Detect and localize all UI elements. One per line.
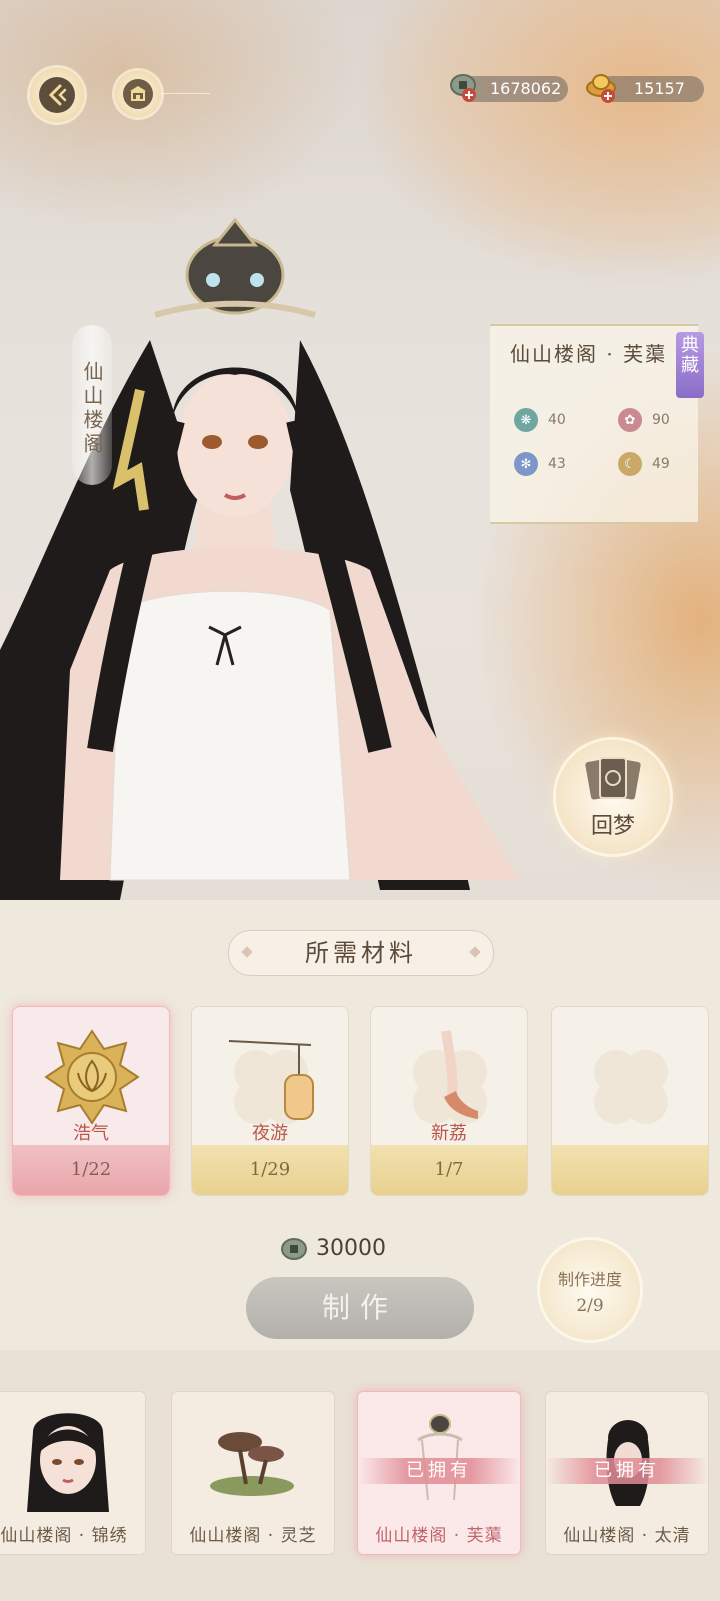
outfit-name: 仙山楼阁 · 芙蕖: [510, 342, 668, 366]
back-arrow-icon: [48, 84, 67, 106]
outfit-item-jinxiu[interactable]: 仙山楼阁 · 锦绣: [0, 1391, 146, 1555]
pattern-icon: ❋: [514, 408, 538, 432]
diamond-ornament: [469, 946, 481, 958]
material-card-empty: [551, 1006, 709, 1196]
portrait-icon: [27, 1413, 109, 1512]
copper-currency[interactable]: 1678062: [450, 74, 568, 102]
materials-title: 所需材料: [305, 939, 417, 967]
material-name: 夜游: [252, 1123, 288, 1144]
snowflake-icon: ✻: [514, 452, 538, 476]
stat-value: 40: [548, 412, 566, 428]
outfit-item-name: 仙山楼阁 · 锦绣: [0, 1526, 128, 1546]
cost-value: 30000: [316, 1236, 386, 1261]
pavilion-button[interactable]: [115, 71, 161, 117]
owned-badge: 已拥有: [546, 1458, 708, 1484]
material-card-xinli[interactable]: 新荔 1/7: [370, 1006, 528, 1196]
back-button[interactable]: [30, 68, 84, 122]
copper-coin-icon: [281, 1237, 307, 1260]
craft-button[interactable]: 制作: [246, 1277, 474, 1339]
lingzhi-icon: [210, 1432, 294, 1496]
collection-tag: 典藏: [676, 332, 704, 398]
material-name: 浩气: [73, 1123, 109, 1144]
material-count: 1/29: [192, 1145, 348, 1195]
outfit-item-lingzhi[interactable]: 仙山楼阁 · 灵芝: [171, 1391, 335, 1555]
outfit-item-fuqu[interactable]: 已拥有 仙山楼阁 · 芙蕖: [357, 1391, 521, 1555]
shoe-icon: [413, 1030, 487, 1124]
craft-cost: 30000: [280, 1236, 386, 1261]
copper-coin-icon: [450, 74, 476, 102]
outfit-item-name: 仙山楼阁 · 灵芝: [189, 1526, 317, 1546]
material-name: 新荔: [431, 1123, 467, 1144]
lantern-icon: [228, 1040, 314, 1124]
copper-amount: 1678062: [490, 79, 562, 98]
empty-slot-ornament: [594, 1050, 668, 1124]
progress-value: 2/9: [576, 1296, 604, 1316]
gold-amount: 15157: [634, 79, 685, 98]
diamond-ornament: [241, 946, 253, 958]
dream-label: 回梦: [590, 814, 635, 839]
stat-value: 43: [548, 456, 566, 472]
material-card-haoqi[interactable]: 浩气 1/22: [12, 1006, 170, 1196]
divider: [160, 93, 210, 94]
stat-value: 90: [652, 412, 670, 428]
outfit-info-panel: 仙山楼阁 · 芙蕖 典藏 ❋ 40 ✿ 90 ✻ 43 ☾ 49: [490, 324, 704, 524]
material-card-yeyou[interactable]: 夜游 1/29: [191, 1006, 349, 1196]
owned-badge: 已拥有: [358, 1458, 520, 1484]
gold-currency[interactable]: 15157: [586, 74, 704, 103]
outfit-item-name: 仙山楼阁 · 太清: [563, 1526, 691, 1546]
golden-lotus-icon: [44, 1029, 140, 1125]
craft-progress[interactable]: 制作进度 2/9: [540, 1240, 640, 1340]
character-scene: 1678062 15157 仙山楼阁 仙山楼阁 · 芙蕖 典藏 ❋ 40 ✿ 9…: [0, 0, 720, 900]
dream-button[interactable]: 回梦: [556, 740, 670, 854]
outfit-item-name: 仙山楼阁 · 芙蕖: [375, 1526, 503, 1546]
tarot-cards-icon: [585, 757, 641, 800]
character-illustration: [0, 217, 520, 900]
gold-ingot-icon: [586, 74, 616, 103]
material-count: 1/7: [371, 1145, 527, 1195]
pavilion-icon: [130, 86, 146, 101]
stat-snowflake: ✻ 43: [514, 452, 566, 476]
stat-moon: ☾ 49: [618, 452, 670, 476]
progress-label: 制作进度: [557, 1270, 622, 1289]
stat-value: 49: [652, 456, 670, 472]
materials-heading: 所需材料: [228, 930, 494, 976]
moon-icon: ☾: [618, 452, 642, 476]
series-banner: 仙山楼阁: [72, 325, 112, 485]
lotus-icon: ✿: [618, 408, 642, 432]
stat-pattern: ❋ 40: [514, 408, 566, 432]
outfit-item-taiqing[interactable]: 已拥有 仙山楼阁 · 太清: [545, 1391, 709, 1555]
material-count: [552, 1145, 708, 1195]
material-count: 1/22: [13, 1145, 169, 1195]
stat-lotus: ✿ 90: [618, 408, 670, 432]
